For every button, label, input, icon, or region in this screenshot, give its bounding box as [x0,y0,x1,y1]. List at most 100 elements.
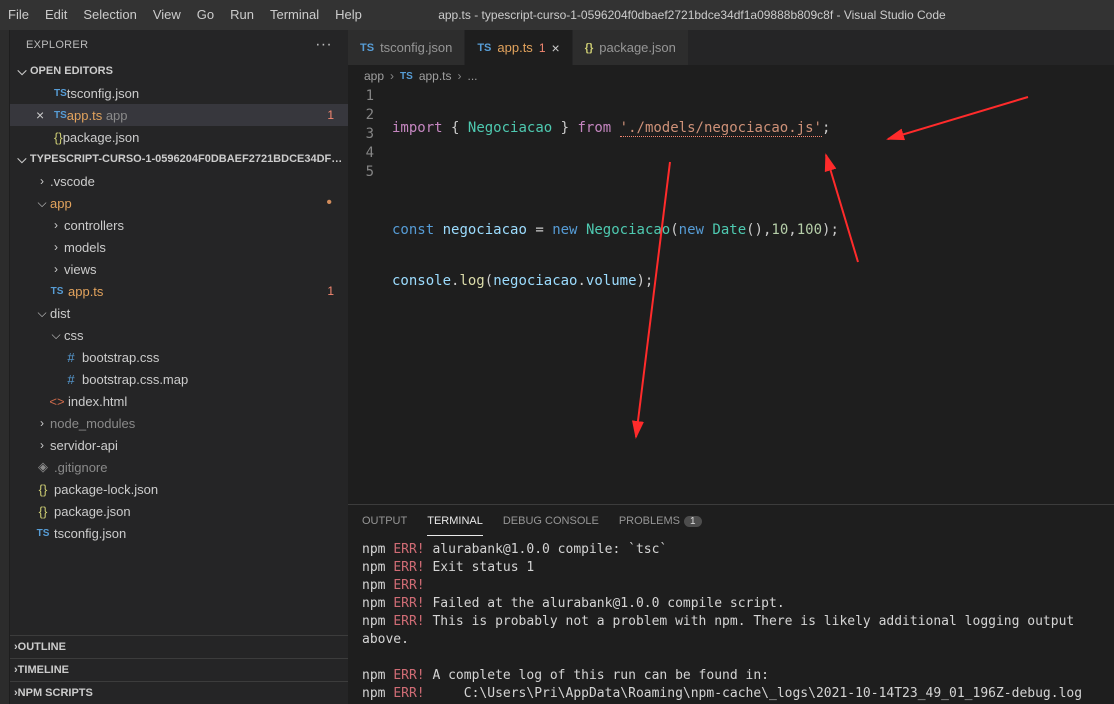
tree-label: package-lock.json [54,482,158,497]
tree-label: controllers [64,218,124,233]
tree-label: node_modules [50,416,135,431]
open-editor-row[interactable]: {} package.json [10,126,348,148]
tree-folder[interactable]: ›models [10,236,348,258]
tab-label: package.json [599,40,676,55]
chevron-right-icon: › [34,416,50,430]
chevron-down-icon: ⌵ [34,306,50,321]
crumb[interactable]: ... [468,69,478,83]
chevron-right-icon: › [48,262,64,276]
problem-count: 1 [539,41,546,55]
menu-edit[interactable]: Edit [37,0,75,30]
git-icon: ◈ [34,459,52,475]
tree-file[interactable]: {}package.json [10,500,348,522]
tree-folder[interactable]: ⌵app• [10,192,348,214]
close-icon[interactable]: × [36,107,54,123]
tree-label: servidor-api [50,438,118,453]
menu-view[interactable]: View [145,0,189,30]
css-icon: # [62,372,80,387]
tree-label: package.json [54,504,131,519]
tree-label: index.html [68,394,127,409]
close-placeholder [36,129,54,145]
tree-folder[interactable]: ›controllers [10,214,348,236]
close-icon[interactable]: × [552,40,560,56]
explorer-more-icon[interactable]: ··· [315,36,332,54]
tree-folder[interactable]: ⌵css [10,324,348,346]
menu-file[interactable]: File [0,0,37,30]
tree-label: models [64,240,106,255]
panel-tab-problems[interactable]: PROBLEMS1 [619,507,702,535]
tree-folder[interactable]: ›.vscode [10,170,348,192]
tree-file[interactable]: <>index.html [10,390,348,412]
chevron-right-icon: › [48,218,64,232]
code-content[interactable]: import { Negociacao } from './models/neg… [392,87,1104,374]
ts-icon: TS [54,88,67,99]
json-icon: {} [34,482,52,497]
ts-icon: TS [54,110,67,121]
chevron-down-icon: ⌵ [34,196,50,211]
problem-count: 1 [327,284,338,298]
open-editor-row[interactable]: × TS app.ts app 1 [10,104,348,126]
panel-tab-terminal[interactable]: TERMINAL [427,507,483,536]
tree-label: app.ts [68,284,103,299]
tree-label: app [50,196,72,211]
css-icon: # [62,350,80,365]
tree-file[interactable]: TSapp.ts 1 [10,280,348,302]
tab-tsconfig[interactable]: TS tsconfig.json [348,30,464,65]
tree-folder[interactable]: ›node_modules [10,412,348,434]
line-gutter: 12345 [348,87,384,182]
problem-count: 1 [327,108,338,122]
tree-file[interactable]: #bootstrap.css [10,346,348,368]
tab-package-json[interactable]: {} package.json [573,30,688,65]
json-icon: {} [34,504,52,519]
ts-icon: TS [48,286,66,297]
tree-file[interactable]: TStsconfig.json [10,522,348,544]
panel-tabs: OUTPUT TERMINAL DEBUG CONSOLE PROBLEMS1 [348,505,1114,537]
panel-tab-output[interactable]: OUTPUT [362,507,407,535]
menu-run[interactable]: Run [222,0,262,30]
code-editor[interactable]: 12345 import { Negociacao } from './mode… [348,87,1114,504]
window-title: app.ts - typescript-curso-1-0596204f0dba… [370,8,1114,22]
section-timeline[interactable]: ›TIMELINE [10,659,348,681]
json-icon: {} [585,42,594,54]
terminal-output[interactable]: npm ERR! alurabank@1.0.0 compile: `tsc` … [348,537,1114,704]
panel-tab-debug[interactable]: DEBUG CONSOLE [503,507,599,535]
section-outline[interactable]: ›OUTLINE [10,636,348,658]
crumb[interactable]: app.ts [419,69,452,83]
ts-icon: TS [360,42,374,54]
tree-file[interactable]: ◈.gitignore [10,456,348,478]
open-editor-name: package.json [63,130,140,145]
tree-label: tsconfig.json [54,526,126,541]
menu-help[interactable]: Help [327,0,370,30]
activity-bar [0,30,10,704]
open-editor-row[interactable]: TS tsconfig.json [10,82,348,104]
crumb[interactable]: app [364,69,384,83]
section-npm-scripts[interactable]: ›NPM SCRIPTS [10,682,348,704]
menu-go[interactable]: Go [189,0,222,30]
open-editors-label: OPEN EDITORS [30,65,113,77]
tab-label: app.ts [497,40,532,55]
open-editor-name: tsconfig.json [67,86,139,101]
breadcrumb[interactable]: app TS app.ts ... [348,65,1114,87]
section-open-editors[interactable]: ⌵ OPEN EDITORS [10,60,348,82]
chevron-right-icon: › [34,174,50,188]
tree-folder[interactable]: ⌵dist [10,302,348,324]
tree-label: .vscode [50,174,95,189]
tree-label: bootstrap.css [82,350,159,365]
tree-file[interactable]: {}package-lock.json [10,478,348,500]
chevron-right-icon: › [34,438,50,452]
tree-label: .gitignore [54,460,107,475]
menu-terminal[interactable]: Terminal [262,0,327,30]
section-workspace[interactable]: ⌵ TYPESCRIPT-CURSO-1-0596204F0DBAEF2721B… [10,148,348,170]
menu-selection[interactable]: Selection [75,0,144,30]
tab-label: tsconfig.json [380,40,452,55]
chevron-down-icon: ⌵ [14,152,30,167]
tree-file[interactable]: #bootstrap.css.map [10,368,348,390]
tree-label: dist [50,306,70,321]
tree-folder[interactable]: ›servidor-api [10,434,348,456]
tree-folder[interactable]: ›views [10,258,348,280]
tab-app-ts[interactable]: TS app.ts 1 × [465,30,571,65]
ts-icon: TS [34,528,52,539]
open-editor-folder: app [106,108,128,123]
tree-label: bootstrap.css.map [82,372,188,387]
open-editor-name: app.ts [67,108,102,123]
